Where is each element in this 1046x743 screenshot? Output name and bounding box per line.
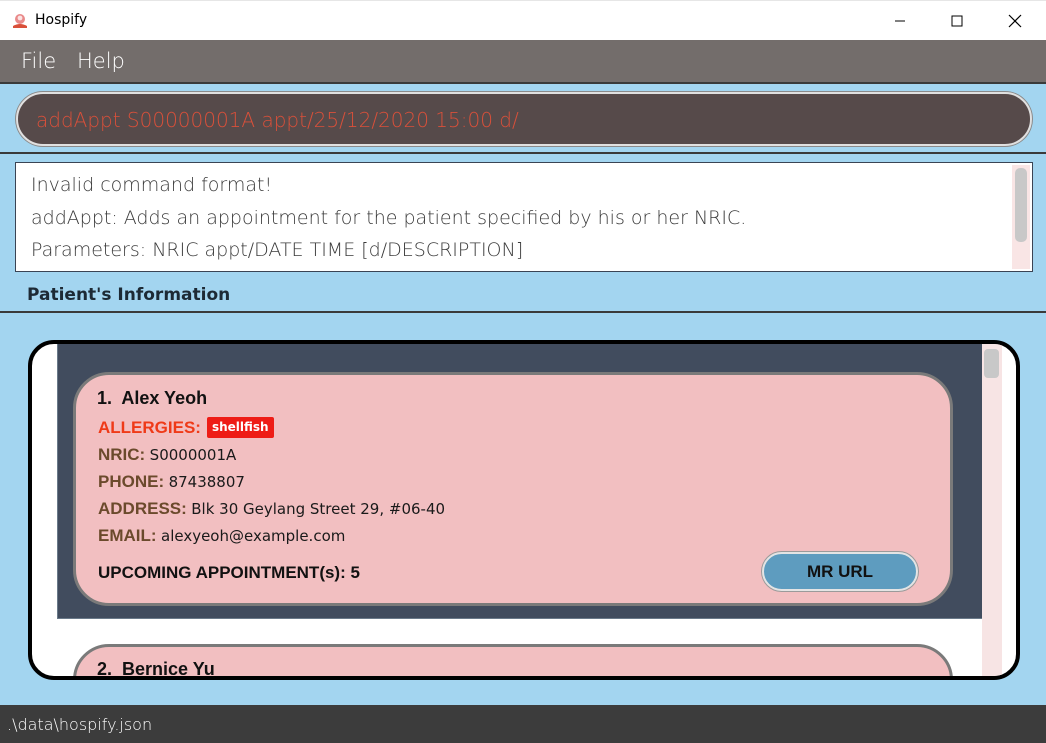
result-display[interactable]: Invalid command format! addAppt: Adds an… [15, 162, 1033, 272]
address-value: Blk 30 Geylang Street 29, #06-40 [191, 500, 446, 518]
allergies-label: ALLERGIES: [98, 418, 201, 437]
patient-list-scrollbar-thumb[interactable] [984, 349, 999, 378]
patient-name: 1. Alex Yeoh [97, 388, 208, 408]
result-line: Invalid command format! [31, 174, 273, 196]
close-button[interactable] [986, 1, 1044, 41]
close-icon [1008, 14, 1022, 28]
address-row: ADDRESS: Blk 30 Geylang Street 29, #06-4… [98, 499, 445, 519]
hospify-logo-icon [11, 12, 29, 30]
phone-value: 87438807 [168, 473, 245, 491]
nric-row: NRIC: S0000001A [98, 445, 236, 465]
upcoming-appointments: UPCOMING APPOINTMENT(s): 5 [98, 563, 360, 582]
patient-card[interactable]: 1. Alex Yeoh ALLERGIES: shellfish NRIC: S… [73, 372, 953, 606]
data-file-path: .\data\hospify.json [7, 715, 153, 734]
command-section: addAppt S00000001A appt/25/12/2020 15:00… [0, 84, 1046, 154]
patient-section-heading: Patient's Information [27, 285, 231, 305]
divider [0, 311, 1046, 313]
menu-help[interactable]: Help [77, 49, 125, 73]
minimize-button[interactable] [871, 1, 929, 41]
upcoming-count: 5 [350, 563, 360, 582]
minimize-icon [895, 20, 905, 22]
nric-label: NRIC: [98, 445, 146, 464]
status-bar: .\data\hospify.json [0, 705, 1046, 743]
command-input-value: addAppt S00000001A appt/25/12/2020 15:00… [36, 108, 519, 132]
result-scrollbar[interactable] [1012, 165, 1030, 269]
menu-file[interactable]: File [21, 49, 56, 73]
email-value: alexyeoh@example.com [161, 527, 346, 545]
nric-value: S0000001A [149, 446, 237, 464]
allergies-row: ALLERGIES: shellfish [98, 417, 274, 438]
patient-list-scrollbar[interactable] [982, 344, 1002, 676]
email-row: EMAIL: alexyeoh@example.com [98, 526, 345, 546]
patient-card[interactable]: 2. Bernice Yu [73, 644, 953, 679]
patient-list[interactable]: 1. Alex Yeoh ALLERGIES: shellfish NRIC: S… [28, 340, 1020, 680]
allergy-tag: shellfish [206, 417, 274, 438]
result-line: Parameters: NRIC appt/DATE TIME [d/DESCR… [31, 239, 524, 261]
phone-row: PHONE: 87438807 [98, 472, 245, 492]
result-line: addAppt: Adds an appointment for the pat… [31, 207, 747, 229]
mr-url-button[interactable]: MR URL [762, 552, 918, 591]
result-scrollbar-thumb[interactable] [1015, 168, 1027, 242]
title-bar: Hospify [0, 0, 1046, 40]
window-title: Hospify [35, 12, 88, 28]
maximize-button[interactable] [928, 1, 986, 41]
address-label: ADDRESS: [98, 499, 187, 518]
patient-name: 2. Bernice Yu [97, 659, 215, 679]
maximize-icon [951, 15, 963, 27]
command-input[interactable]: addAppt S00000001A appt/25/12/2020 15:00… [16, 92, 1032, 146]
phone-label: PHONE: [98, 472, 165, 491]
email-label: EMAIL: [98, 526, 157, 545]
menu-bar: File Help [0, 40, 1046, 84]
